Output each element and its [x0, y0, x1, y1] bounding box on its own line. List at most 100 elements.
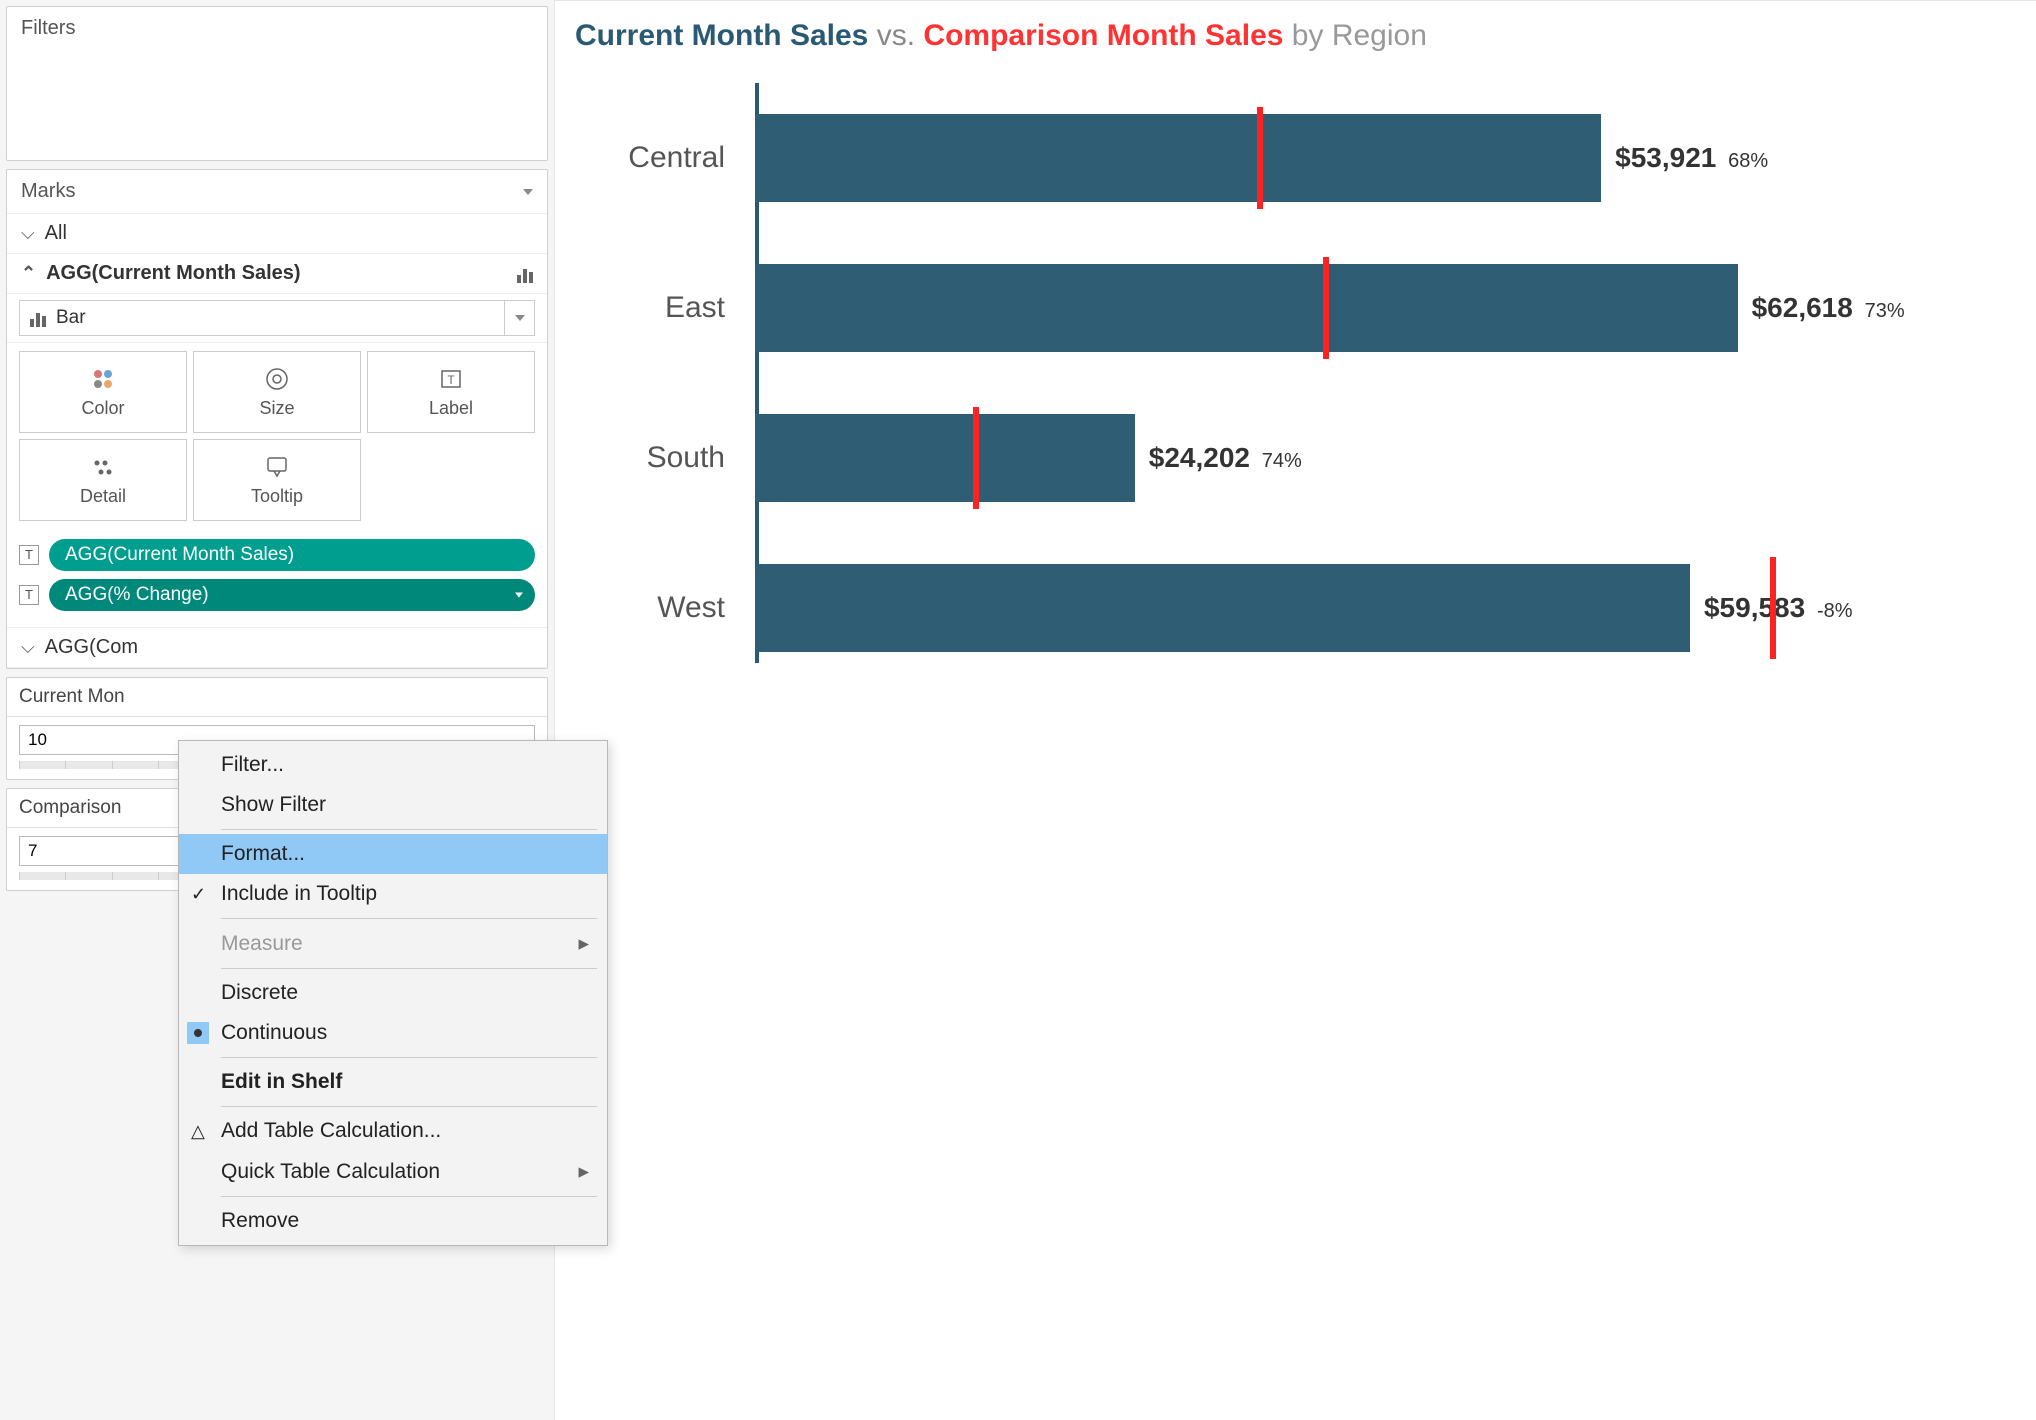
bar[interactable]: $62,618 73% [755, 264, 1738, 352]
submenu-arrow-icon: ▸ [578, 1159, 589, 1184]
param-title: Current Mon [7, 678, 547, 717]
chevron-down-icon: ⌵ [21, 637, 35, 658]
menu-measure: Measure ▸ [179, 923, 607, 964]
size-icon [264, 366, 290, 392]
bar[interactable]: $24,202 74% [755, 414, 1135, 502]
row-label: Central [575, 141, 745, 175]
marks-title[interactable]: Marks [7, 170, 547, 214]
bullet-icon [187, 1022, 209, 1044]
title-part-4: by Region [1292, 19, 1427, 52]
label-icon: T [438, 366, 464, 392]
row-label: West [575, 591, 745, 625]
menu-separator [221, 1106, 597, 1107]
menu-separator [221, 829, 597, 830]
size-button[interactable]: Size [193, 351, 361, 433]
bar-value-label: $62,618 73% [1752, 292, 1905, 324]
title-part-2: vs. [877, 19, 915, 52]
row-label: South [575, 441, 745, 475]
marks-shelf: Marks ⌵ All ⌃ AGG(Current Month Sales) B… [6, 169, 548, 669]
comparison-tick[interactable] [973, 407, 979, 509]
menu-remove[interactable]: Remove [179, 1201, 607, 1241]
detail-label: Detail [80, 486, 126, 507]
comparison-tick[interactable] [1770, 557, 1776, 659]
tooltip-icon [264, 454, 290, 480]
tooltip-button[interactable]: Tooltip [193, 439, 361, 521]
chart-area: Current Month Sales vs. Comparison Month… [554, 0, 2036, 1420]
marks-all-label: All [45, 222, 67, 245]
color-label: Color [81, 398, 124, 419]
pill-row-1: T AGG(% Change) [19, 575, 535, 615]
menu-continuous-label: Continuous [221, 1021, 327, 1045]
bar-value-label: $53,921 68% [1615, 142, 1768, 174]
menu-add-table-calc[interactable]: △ Add Table Calculation... [179, 1111, 607, 1151]
text-icon[interactable]: T [19, 545, 39, 565]
mark-type-dropdown[interactable]: Bar [19, 300, 535, 336]
title-part-3: Comparison Month Sales [923, 19, 1283, 52]
caret-down-icon [515, 315, 525, 321]
marks-agg-current-row[interactable]: ⌃ AGG(Current Month Sales) [7, 254, 547, 294]
menu-edit-shelf[interactable]: Edit in Shelf [179, 1062, 607, 1102]
chart-row: West$59,583 -8% [755, 533, 2016, 683]
size-label: Size [259, 398, 294, 419]
comparison-tick[interactable] [1323, 257, 1329, 359]
pill-agg-change[interactable]: AGG(% Change) [49, 579, 535, 611]
chart-row: South$24,202 74% [755, 383, 2016, 533]
chart-row: East$62,618 73% [755, 233, 2016, 383]
marks-all-row[interactable]: ⌵ All [7, 214, 547, 254]
detail-icon [90, 454, 116, 480]
delta-icon: △ [191, 1121, 205, 1142]
menu-discrete[interactable]: Discrete [179, 973, 607, 1013]
chart-row: Central$53,921 68% [755, 83, 2016, 233]
marks-agg-current-label: AGG(Current Month Sales) [46, 262, 300, 285]
menu-add-table-calc-label: Add Table Calculation... [221, 1119, 441, 1143]
marks-title-label: Marks [21, 180, 75, 203]
chart-title: Current Month Sales vs. Comparison Month… [575, 19, 2016, 53]
dropdown-button[interactable] [504, 301, 534, 335]
mark-type-dropdown-row: Bar [7, 294, 547, 343]
menu-separator [221, 1057, 597, 1058]
filters-shelf[interactable]: Filters [6, 6, 548, 161]
menu-include-tooltip[interactable]: ✓ Include in Tooltip [179, 874, 607, 914]
menu-show-filter[interactable]: Show Filter [179, 785, 607, 825]
label-label: Label [429, 398, 473, 419]
submenu-arrow-icon: ▸ [578, 931, 589, 956]
filters-title: Filters [7, 7, 547, 50]
menu-continuous[interactable]: Continuous [179, 1013, 607, 1053]
caret-down-icon [523, 189, 533, 195]
marks-agg-comparison-row[interactable]: ⌵ AGG(Com [7, 627, 547, 668]
bar-value-label: $59,583 -8% [1704, 592, 1853, 624]
context-menu: Filter... Show Filter Format... ✓ Includ… [178, 740, 608, 1246]
chevron-down-icon: ⌵ [21, 223, 35, 244]
menu-quick-table-calc-label: Quick Table Calculation [221, 1160, 440, 1184]
pill-row-0: T AGG(Current Month Sales) [19, 535, 535, 575]
bar[interactable]: $53,921 68% [755, 114, 1601, 202]
marks-agg-comparison-label: AGG(Com [45, 636, 138, 659]
comparison-tick[interactable] [1257, 107, 1263, 209]
pills-area: T AGG(Current Month Sales) T AGG(% Chang… [7, 529, 547, 627]
menu-include-tooltip-label: Include in Tooltip [221, 882, 377, 906]
filters-body[interactable] [7, 50, 547, 160]
pill-agg-change-label: AGG(% Change) [65, 584, 209, 605]
color-button[interactable]: Color [19, 351, 187, 433]
caret-down-icon [515, 593, 523, 598]
detail-button[interactable]: Detail [19, 439, 187, 521]
bar-chart-icon [30, 309, 46, 327]
menu-measure-label: Measure [221, 932, 303, 956]
mark-type-label: Bar [56, 307, 86, 329]
bar[interactable]: $59,583 -8% [755, 564, 1690, 652]
bar-chart-icon [517, 265, 533, 283]
menu-filter[interactable]: Filter... [179, 745, 607, 785]
label-button[interactable]: T Label [367, 351, 535, 433]
menu-format[interactable]: Format... [179, 834, 607, 874]
mark-buttons: Color Size T Label Detail Tooltip [7, 343, 547, 529]
check-icon: ✓ [191, 884, 206, 905]
bar-value-label: $24,202 74% [1149, 442, 1302, 474]
text-icon[interactable]: T [19, 585, 39, 605]
row-label: East [575, 291, 745, 325]
menu-separator [221, 918, 597, 919]
pill-agg-current[interactable]: AGG(Current Month Sales) [49, 539, 535, 571]
menu-quick-table-calc[interactable]: Quick Table Calculation ▸ [179, 1151, 607, 1192]
chart-rows: Central$53,921 68%East$62,618 73%South$2… [575, 83, 2016, 683]
chevron-up-icon: ⌃ [21, 263, 36, 284]
menu-separator [221, 968, 597, 969]
